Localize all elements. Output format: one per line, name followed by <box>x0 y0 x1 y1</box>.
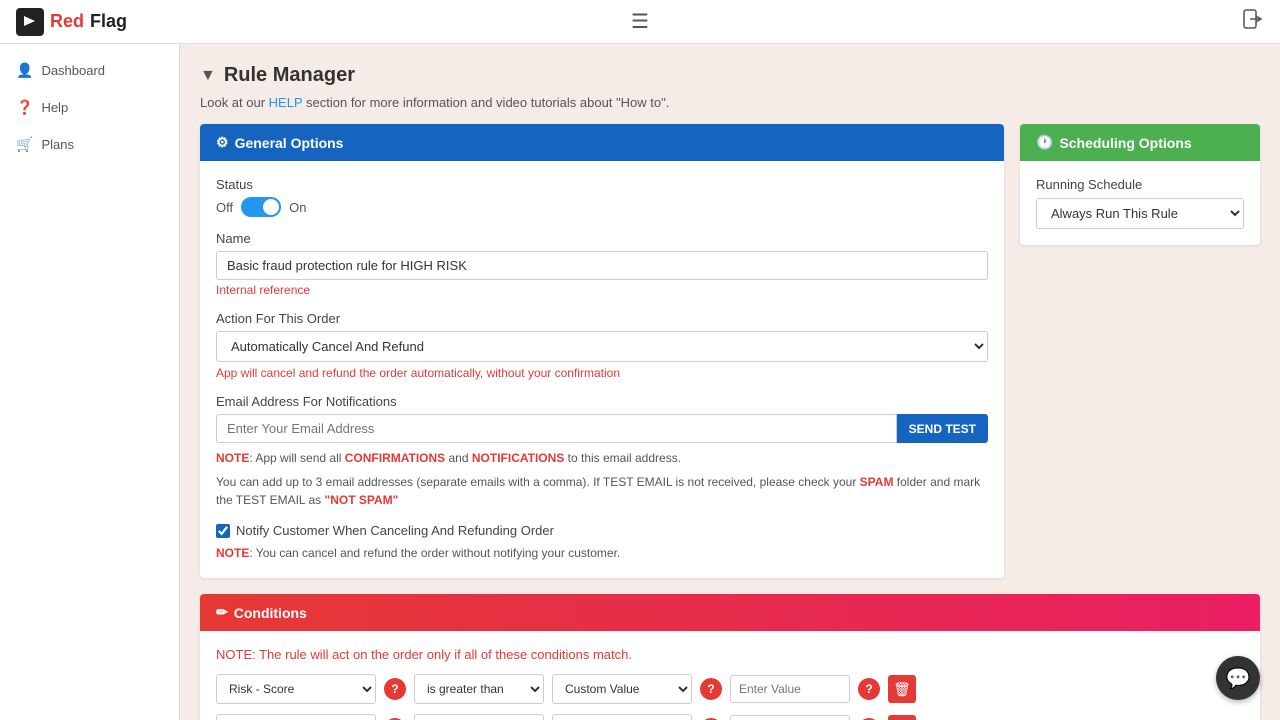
help-text: Look at our HELP section for more inform… <box>200 95 1260 110</box>
scheduling-options-card: 🕐 Scheduling Options Running Schedule Al… <box>1020 124 1260 245</box>
scheduling-options-title: Scheduling Options <box>1059 135 1191 151</box>
conditions-note: NOTE: The rule will act on the order onl… <box>216 647 1244 662</box>
conditions-card: ✏ Conditions NOTE: The rule will act on … <box>200 594 1260 720</box>
chat-bubble-button[interactable]: 💬 <box>1216 656 1260 700</box>
clock-icon: 🕐 <box>1036 134 1053 151</box>
main-content: ▼ Rule Manager Look at our HELP section … <box>180 44 1280 720</box>
notify-checkbox-row: Notify Customer When Canceling And Refun… <box>216 523 988 538</box>
help-link[interactable]: HELP <box>269 95 303 110</box>
send-test-button[interactable]: SEND TEST <box>897 414 988 443</box>
condition-1-field-help[interactable]: ? <box>384 678 406 700</box>
plans-icon: 🛒 <box>16 136 33 153</box>
help-icon: ❓ <box>16 99 33 116</box>
filter-icon: ▼ <box>200 67 216 85</box>
conditions-header: ✏ Conditions <box>200 594 1260 631</box>
condition-1-value-input[interactable] <box>730 675 850 703</box>
email-row: SEND TEST <box>216 414 988 443</box>
status-group: Status Off On <box>216 177 988 217</box>
condition-2-value-input[interactable] <box>730 715 850 720</box>
general-options-body: Status Off On <box>200 161 1004 578</box>
toggle-slider <box>241 197 281 217</box>
dashboard-icon: 👤 <box>16 62 33 79</box>
email-group: Email Address For Notifications SEND TES… <box>216 394 988 509</box>
two-col-layout: ⚙ General Options Status Off <box>200 124 1260 578</box>
top-nav: Red Flag ☰ <box>0 0 1280 44</box>
edit-icon: ✏ <box>216 604 228 621</box>
logo-red: Red <box>50 11 84 32</box>
sidebar-label-dashboard: Dashboard <box>41 63 105 78</box>
sidebar-item-dashboard[interactable]: 👤 Dashboard <box>0 52 179 89</box>
condition-2-operator-select[interactable]: is equal to is greater than is less than… <box>414 714 544 720</box>
gear-icon: ⚙ <box>216 134 229 151</box>
email-note-2: You can add up to 3 email addresses (sep… <box>216 473 988 509</box>
scheduling-options-header: 🕐 Scheduling Options <box>1020 124 1260 161</box>
status-toggle[interactable] <box>241 197 281 217</box>
conditions-title: Conditions <box>234 605 307 621</box>
condition-2-field-select[interactable]: Risk - Lavel Risk - Score Order Total Co… <box>216 714 376 720</box>
sidebar: 👤 Dashboard ❓ Help 🛒 Plans <box>0 44 180 720</box>
toggle-off-label: Off <box>216 200 233 215</box>
condition-1-value-type-help[interactable]: ? <box>700 678 722 700</box>
hamburger-button[interactable]: ☰ <box>631 9 649 34</box>
internal-reference-link[interactable]: Internal reference <box>216 283 988 297</box>
name-group: Name Internal reference <box>216 231 988 297</box>
condition-1-value-type-select[interactable]: Custom Value Order Value <box>552 674 692 704</box>
toggle-row: Off On <box>216 197 988 217</box>
notify-checkbox-label: Notify Customer When Canceling And Refun… <box>236 523 554 538</box>
condition-1-value-help[interactable]: ? <box>858 678 880 700</box>
toggle-on-label: On <box>289 200 306 215</box>
running-schedule-label: Running Schedule <box>1036 177 1244 192</box>
logout-button[interactable] <box>1242 8 1264 35</box>
notify-note: NOTE: You can cancel and refund the orde… <box>216 544 988 562</box>
logo-flag: Flag <box>90 11 127 32</box>
general-options-col: ⚙ General Options Status Off <box>200 124 1004 578</box>
action-select[interactable]: Automatically Cancel And Refund Flag For… <box>216 331 988 362</box>
sidebar-item-help[interactable]: ❓ Help <box>0 89 179 126</box>
delete-icon-1: 🗑 <box>893 681 911 698</box>
scheduling-options-body: Running Schedule Always Run This Rule Ru… <box>1020 161 1260 245</box>
sidebar-label-plans: Plans <box>41 137 74 152</box>
email-input[interactable] <box>216 414 897 443</box>
condition-2-value-type-select[interactable]: Custom Value Order Value <box>552 714 692 720</box>
general-options-header: ⚙ General Options <box>200 124 1004 161</box>
condition-1-operator-select[interactable]: is greater than is equal to is less than… <box>414 674 544 704</box>
name-label: Name <box>216 231 988 246</box>
general-options-title: General Options <box>235 135 344 151</box>
name-input[interactable] <box>216 251 988 280</box>
email-note-1: NOTE: App will send all CONFIRMATIONS an… <box>216 449 988 467</box>
page-title: ▼ Rule Manager <box>200 64 1260 87</box>
condition-row-1: Risk - Score Risk - Level Order Total Co… <box>216 674 1244 704</box>
general-options-card: ⚙ General Options Status Off <box>200 124 1004 578</box>
conditions-body: NOTE: The rule will act on the order onl… <box>200 631 1260 720</box>
status-label: Status <box>216 177 988 192</box>
condition-1-field-select[interactable]: Risk - Score Risk - Level Order Total Co… <box>216 674 376 704</box>
sidebar-item-plans[interactable]: 🛒 Plans <box>0 126 179 163</box>
condition-row-2: Risk - Lavel Risk - Score Order Total Co… <box>216 714 1244 720</box>
condition-1-delete-button[interactable]: 🗑 <box>888 675 916 703</box>
scheduling-options-col: 🕐 Scheduling Options Running Schedule Al… <box>1020 124 1260 578</box>
page-title-text: Rule Manager <box>224 64 355 87</box>
logo-icon <box>16 8 44 36</box>
running-schedule-select[interactable]: Always Run This Rule Run On Schedule Run… <box>1036 198 1244 229</box>
logo: Red Flag <box>16 8 127 36</box>
action-group: Action For This Order Automatically Canc… <box>216 311 988 380</box>
sidebar-label-help: Help <box>41 100 68 115</box>
action-label: Action For This Order <box>216 311 988 326</box>
email-label: Email Address For Notifications <box>216 394 988 409</box>
layout: 👤 Dashboard ❓ Help 🛒 Plans ▼ Rule Manage… <box>0 44 1280 720</box>
chat-icon: 💬 <box>1226 666 1251 691</box>
action-note: App will cancel and refund the order aut… <box>216 366 988 380</box>
notify-checkbox[interactable] <box>216 524 230 538</box>
condition-2-delete-button[interactable]: 🗑 <box>888 715 916 720</box>
